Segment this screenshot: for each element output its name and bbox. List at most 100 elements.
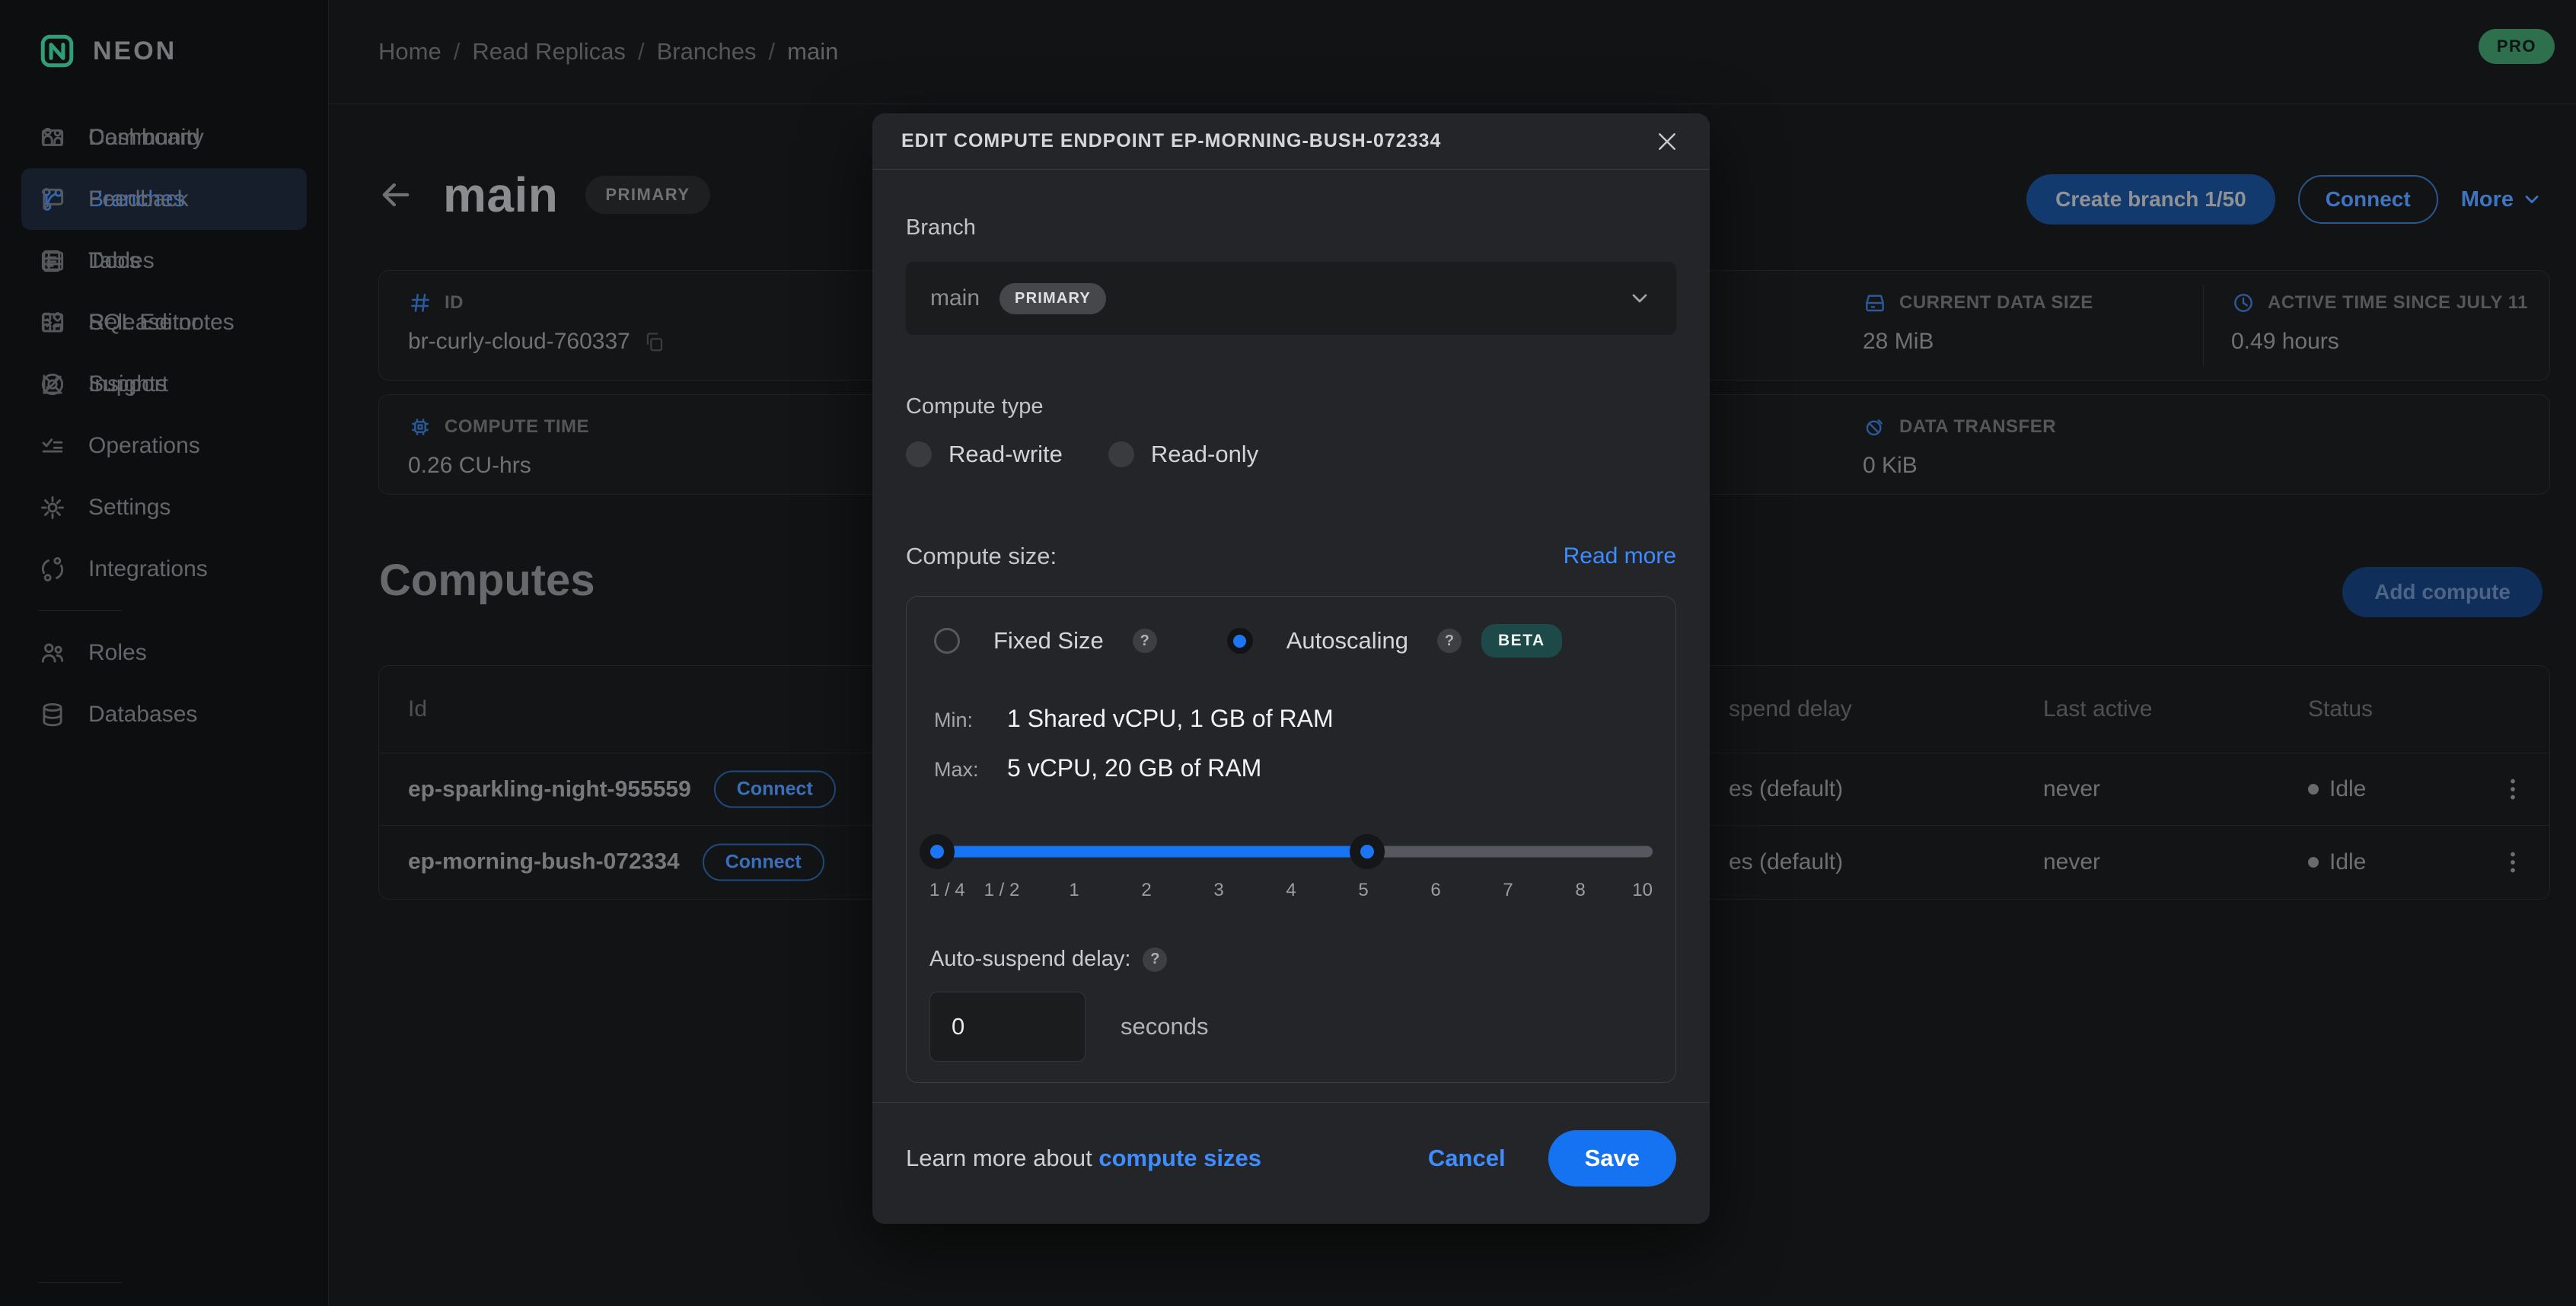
column-suspend-delay: spend delay (1729, 696, 1852, 722)
create-branch-button[interactable]: Create branch 1/50 (2026, 174, 2275, 225)
suspend-delay-cell: es (default) (1729, 776, 1843, 802)
page-title: main (443, 167, 558, 223)
chevron-down-icon (1628, 286, 1652, 311)
sidebar-item-docs[interactable]: Docs (21, 230, 307, 291)
endpoint-id: ep-sparkling-night-955559 (408, 776, 691, 802)
slider-handle-min[interactable] (920, 834, 955, 869)
neon-wordmark: NEON (93, 37, 177, 66)
sidebar-item-community[interactable]: Community (21, 107, 307, 168)
compute-type-options: Read-write Read-only (906, 441, 1676, 468)
stat-id: ID br-curly-cloud-760337 (408, 291, 665, 355)
radio-icon (906, 441, 932, 467)
read-only-option[interactable]: Read-only (1108, 441, 1258, 468)
modal-body: Branch main PRIMARY Compute type Read-wr… (872, 215, 1710, 1083)
radio-icon (1108, 441, 1134, 467)
storage-icon (1863, 291, 1887, 315)
slider-tick: 5 (1358, 880, 1368, 901)
branch-select-value: main (930, 285, 980, 311)
connect-button[interactable]: Connect (2298, 175, 2438, 224)
cancel-button[interactable]: Cancel (1428, 1145, 1506, 1172)
feedback-icon (38, 185, 67, 214)
more-button[interactable]: More (2461, 187, 2543, 212)
size-mode-row: Fixed Size ? Autoscaling ? BETA (929, 624, 1653, 658)
auto-suspend-label: Auto-suspend delay: ? (929, 947, 1653, 972)
column-last-active: Last active (2043, 696, 2152, 722)
row-connect-button[interactable]: Connect (714, 771, 836, 808)
hash-icon (408, 291, 432, 315)
column-id: Id (408, 696, 427, 722)
sidebar-divider-bottom (38, 1282, 122, 1283)
primary-badge: PRIMARY (999, 283, 1106, 314)
save-button[interactable]: Save (1548, 1130, 1676, 1187)
radio-unselected-icon (934, 628, 960, 654)
help-icon[interactable]: ? (1437, 629, 1462, 653)
breadcrumb-home[interactable]: Home (378, 38, 442, 65)
sidebar-item-feedback[interactable]: Feedback (21, 168, 307, 230)
help-icon[interactable]: ? (1143, 948, 1167, 972)
row-connect-button[interactable]: Connect (703, 843, 824, 881)
autoscaling-option[interactable]: Autoscaling ? (1227, 627, 1462, 655)
close-icon[interactable] (1653, 128, 1681, 155)
clock-icon (2231, 291, 2256, 315)
endpoint-id: ep-morning-bush-072334 (408, 849, 680, 875)
branch-select[interactable]: main PRIMARY (906, 262, 1676, 335)
stat-current-data-size: CURRENT DATA SIZE 28 MiB (1863, 291, 2093, 355)
topbar: Home / Read Replicas / Branches / main P… (329, 0, 2576, 104)
back-arrow-icon[interactable] (376, 175, 416, 215)
read-write-option[interactable]: Read-write (906, 441, 1063, 468)
read-more-link[interactable]: Read more (1564, 543, 1676, 569)
branch-field-label: Branch (906, 215, 1676, 240)
breadcrumb-branches[interactable]: Branches (657, 38, 757, 65)
breadcrumb-read-replicas[interactable]: Read Replicas (472, 38, 626, 65)
last-active-cell: never (2043, 849, 2100, 875)
compute-type-label: Compute type (906, 394, 1676, 419)
primary-branch-badge: PRIMARY (585, 176, 709, 214)
compute-size-label: Compute size: (906, 543, 1057, 570)
compute-size-slider[interactable] (929, 834, 1653, 869)
slider-tick: 1 (1069, 880, 1079, 901)
stat-active-time: ACTIVE TIME SINCE JULY 11 0.49 hours (2231, 291, 2528, 355)
copy-icon[interactable] (642, 330, 665, 353)
neon-logo[interactable]: NEON (0, 0, 328, 70)
auto-suspend-input[interactable] (929, 992, 1086, 1062)
help-icon[interactable]: ? (1133, 629, 1157, 653)
modal-title: EDIT COMPUTE ENDPOINT EP-MORNING-BUSH-07… (901, 130, 1441, 152)
kebab-menu-icon[interactable] (2499, 776, 2527, 803)
compute-time-value: 0.26 CU-hrs (408, 453, 531, 479)
add-compute-button[interactable]: Add compute (2342, 567, 2543, 617)
stat-data-transfer: DATA TRANSFER 0 KiB (1863, 415, 2056, 479)
slider-ticks: 1 / 4 1 / 2 1 2 3 4 5 6 7 8 10 (929, 880, 1653, 904)
slider-handle-max[interactable] (1350, 834, 1385, 869)
edit-compute-endpoint-modal: EDIT COMPUTE ENDPOINT EP-MORNING-BUSH-07… (872, 113, 1710, 1224)
page-actions: Create branch 1/50 Connect More (2026, 174, 2543, 225)
column-status: Status (2308, 696, 2373, 722)
sidebar-item-release-notes[interactable]: Release notes (21, 291, 307, 353)
compute-sizes-link[interactable]: compute sizes (1098, 1145, 1261, 1171)
compute-size-box: Fixed Size ? Autoscaling ? BETA Min: 1 S… (906, 596, 1676, 1083)
slider-tick: 10 (1632, 880, 1653, 901)
slider-tick: 3 (1213, 880, 1223, 901)
max-label: Max: (934, 758, 1007, 782)
beta-badge: BETA (1481, 624, 1562, 658)
fixed-size-option[interactable]: Fixed Size ? (934, 627, 1157, 655)
current-data-size-value: 28 MiB (1863, 329, 1934, 355)
modal-footer: Learn more about compute sizes Cancel Sa… (872, 1102, 1710, 1224)
min-value: 1 Shared vCPU, 1 GB of RAM (1007, 705, 1334, 733)
kebab-menu-icon[interactable] (2499, 849, 2527, 876)
stats-divider (2203, 285, 2204, 366)
sidebar-nav-bottom: Community Feedback Docs Release notes Su… (0, 107, 328, 1274)
modal-header: EDIT COMPUTE ENDPOINT EP-MORNING-BUSH-07… (872, 113, 1710, 170)
auto-suspend-unit: seconds (1121, 1013, 1208, 1040)
neon-logo-icon (38, 32, 76, 70)
sidebar-item-support[interactable]: Support (21, 353, 307, 415)
status-dot (2308, 784, 2319, 795)
slider-tick: 1 / 2 (984, 880, 1020, 901)
branch-id-value: br-curly-cloud-760337 (408, 329, 630, 355)
pro-plan-badge[interactable]: PRO (2479, 29, 2555, 64)
last-active-cell: never (2043, 776, 2100, 802)
slider-tick: 1 / 4 (929, 880, 965, 901)
chevron-down-icon (2521, 189, 2543, 210)
status-cell: Idle (2308, 776, 2366, 802)
breadcrumb: Home / Read Replicas / Branches / main (378, 38, 838, 65)
active-time-value: 0.49 hours (2231, 329, 2339, 355)
